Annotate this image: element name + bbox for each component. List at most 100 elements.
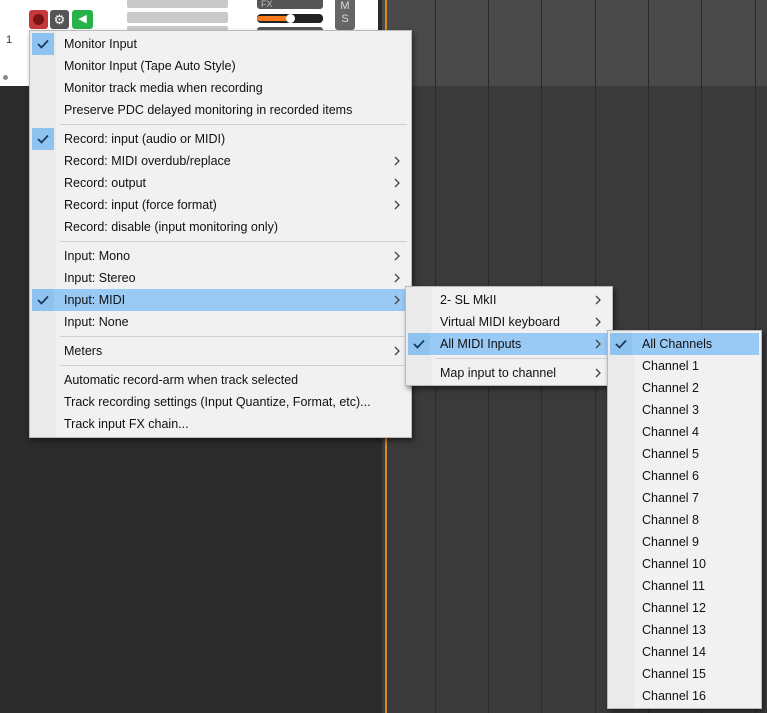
chevron-right-icon [393,198,401,210]
menu-item-label: Input: MIDI [64,293,126,307]
mute-solo-buttons[interactable]: M S [335,0,355,30]
chevron-right-icon [594,315,602,327]
checkmark-icon [610,333,632,355]
menu-item-2-sl-mkii[interactable]: 2- SL MkII [408,289,610,311]
menu-item-label: Map input to channel [440,366,557,380]
chevron-right-icon [393,249,401,261]
menu-item-record-input-force-format[interactable]: Record: input (force format) [32,194,409,216]
gear-icon[interactable]: ⚙ [50,10,69,29]
menu-item-label: Preserve PDC delayed monitoring in recor… [64,103,353,117]
menu-item-channel-3[interactable]: Channel 3 [610,399,759,421]
menu-item-track-recording-settings-input-quantize-format-etc[interactable]: Track recording settings (Input Quantize… [32,391,409,413]
menu-item-input-mono[interactable]: Input: Mono [32,245,409,267]
track-name-field-2[interactable] [127,12,228,23]
menu-item-label: Channel 10 [642,557,706,571]
menu-separator [60,365,407,366]
menu-item-label: Channel 7 [642,491,699,505]
menu-item-channel-10[interactable]: Channel 10 [610,553,759,575]
track-indicator-dot [3,75,8,80]
menu-item-all-channels[interactable]: All Channels [610,333,759,355]
menu-item-monitor-input-tape-auto-style[interactable]: Monitor Input (Tape Auto Style) [32,55,409,77]
menu-item-channel-7[interactable]: Channel 7 [610,487,759,509]
menu-item-preserve-pdc-delayed-monitoring-in-recorded-items[interactable]: Preserve PDC delayed monitoring in recor… [32,99,409,121]
menu-item-label: Record: input (force format) [64,198,217,212]
solo-button[interactable]: S [335,13,355,26]
menu-item-channel-8[interactable]: Channel 8 [610,509,759,531]
menu-item-label: Channel 1 [642,359,699,373]
record-context-menu: Monitor Input Monitor Input (Tape Auto St… [29,30,412,438]
menu-item-record-disable-input-monitoring-only[interactable]: Record: disable (input monitoring only) [32,216,409,238]
menu-item-label: Channel 15 [642,667,706,681]
menu-item-label: Input: Stereo [64,271,136,285]
track-name-field[interactable] [127,0,228,8]
menu-item-label: Record: output [64,176,146,190]
menu-item-label: Channel 8 [642,513,699,527]
menu-item-map-input-to-channel[interactable]: Map input to channel [408,362,610,384]
menu-item-label: Monitor track media when recording [64,81,263,95]
menu-separator [436,358,608,359]
menu-item-label: Track input FX chain... [64,417,189,431]
menu-item-track-input-fx-chain[interactable]: Track input FX chain... [32,413,409,435]
midi-input-submenu: 2- SL MkII Virtual MIDI keyboard All MIDI … [405,286,613,386]
menu-item-label: Channel 13 [642,623,706,637]
menu-item-label: Record: disable (input monitoring only) [64,220,278,234]
menu-item-label: Automatic record-arm when track selected [64,373,299,387]
menu-item-channel-16[interactable]: Channel 16 [610,685,759,707]
menu-item-label: Virtual MIDI keyboard [440,315,560,329]
record-arm-button[interactable] [29,10,48,29]
menu-item-channel-14[interactable]: Channel 14 [610,641,759,663]
menu-item-monitor-track-media-when-recording[interactable]: Monitor track media when recording [32,77,409,99]
midi-channel-submenu: All Channels Channel 1 Channel 2 Channel 3 C… [607,330,762,709]
chevron-right-icon [594,337,602,349]
menu-item-input-stereo[interactable]: Input: Stereo [32,267,409,289]
menu-item-label: Record: input (audio or MIDI) [64,132,226,146]
menu-item-channel-1[interactable]: Channel 1 [610,355,759,377]
menu-item-label: Channel 2 [642,381,699,395]
menu-item-label: Channel 14 [642,645,706,659]
menu-item-label: Channel 4 [642,425,699,439]
menu-item-label: Record: MIDI overdub/replace [64,154,231,168]
checkmark-icon [32,33,54,55]
menu-item-channel-9[interactable]: Channel 9 [610,531,759,553]
menu-item-channel-6[interactable]: Channel 6 [610,465,759,487]
menu-item-channel-15[interactable]: Channel 15 [610,663,759,685]
menu-separator [60,124,407,125]
track-number: 1 [6,34,13,46]
menu-item-label: Channel 3 [642,403,699,417]
menu-item-virtual-midi-keyboard[interactable]: Virtual MIDI keyboard [408,311,610,333]
checkmark-icon [408,333,430,355]
volume-slider[interactable] [257,14,323,23]
mute-button[interactable]: M [335,0,355,13]
speaker-icon[interactable]: ◀ [72,10,93,29]
menu-item-label: Channel 11 [642,579,706,593]
menu-item-record-input-audio-or-midi[interactable]: Record: input (audio or MIDI) [32,128,409,150]
menu-item-label: All MIDI Inputs [440,337,522,351]
menu-item-channel-11[interactable]: Channel 11 [610,575,759,597]
chevron-right-icon [393,344,401,356]
chevron-right-icon [594,293,602,305]
arrange-track-lane[interactable] [382,0,767,86]
fx-button[interactable]: FX [257,0,323,9]
volume-slider-knob[interactable] [286,14,295,23]
menu-item-record-output[interactable]: Record: output [32,172,409,194]
menu-item-channel-12[interactable]: Channel 12 [610,597,759,619]
menu-item-channel-2[interactable]: Channel 2 [610,377,759,399]
menu-item-label: Monitor Input [64,37,137,51]
menu-item-all-midi-inputs[interactable]: All MIDI Inputs [408,333,610,355]
menu-item-meters[interactable]: Meters [32,340,409,362]
menu-item-channel-4[interactable]: Channel 4 [610,421,759,443]
menu-item-input-midi[interactable]: Input: MIDI [32,289,409,311]
menu-item-label: Channel 6 [642,469,699,483]
chevron-right-icon [393,154,401,166]
menu-item-label: Channel 9 [642,535,699,549]
menu-item-channel-5[interactable]: Channel 5 [610,443,759,465]
menu-item-label: Meters [64,344,103,358]
menu-item-record-midi-overdub-replace[interactable]: Record: MIDI overdub/replace [32,150,409,172]
menu-item-channel-13[interactable]: Channel 13 [610,619,759,641]
chevron-right-icon [594,366,602,378]
menu-item-label: Track recording settings (Input Quantize… [64,395,371,409]
menu-item-label: Channel 12 [642,601,706,615]
menu-item-input-none[interactable]: Input: None [32,311,409,333]
menu-item-monitor-input[interactable]: Monitor Input [32,33,409,55]
menu-item-automatic-record-arm-when-track-selected[interactable]: Automatic record-arm when track selected [32,369,409,391]
